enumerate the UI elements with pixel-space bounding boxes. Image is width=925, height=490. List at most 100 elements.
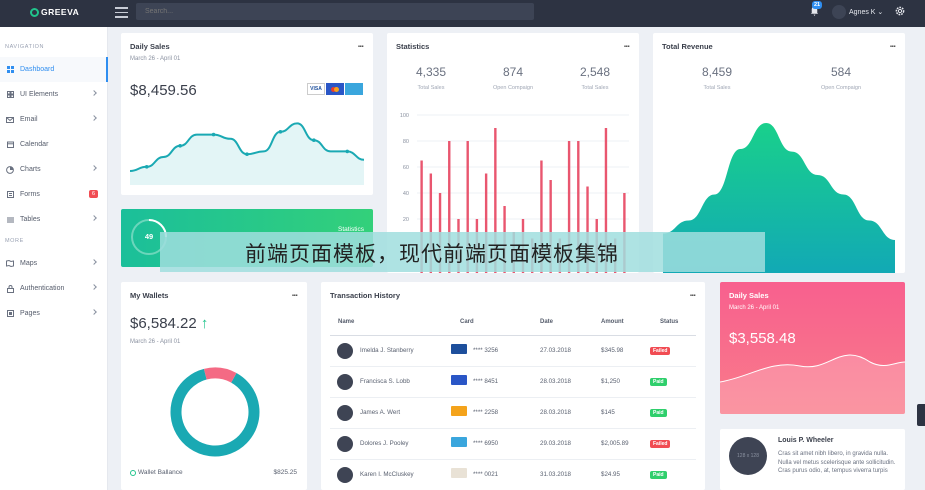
sidebar-item-label: Authentication — [20, 285, 65, 292]
daily-sales-point — [178, 144, 182, 148]
table-row[interactable]: Dolores J. Pooley **** 6950 29.03.2018 $… — [330, 428, 696, 459]
row-card: **** 6950 — [473, 440, 499, 447]
sidebar-item-label: Charts — [20, 166, 41, 173]
sidebar-item-label: Maps — [20, 260, 38, 267]
row-date: 28.03.2018 — [540, 409, 571, 416]
calendar-icon — [6, 141, 14, 149]
card-title: My Wallets — [130, 291, 169, 300]
sidebar-item-label: Pages — [20, 310, 40, 317]
sidebar-item-label: Dashboard — [20, 66, 55, 73]
column-header: Card — [460, 319, 474, 325]
row-date: 31.03.2018 — [540, 471, 571, 478]
pie-chart-icon — [6, 165, 14, 174]
daily-sales-point — [245, 152, 249, 156]
logo-text: GREEVA — [41, 7, 80, 17]
sidebar-item-maps[interactable]: Maps — [0, 251, 108, 276]
donut-slice — [170, 368, 260, 457]
row-date: 29.03.2018 — [540, 440, 571, 447]
user-avatar[interactable] — [832, 5, 846, 19]
table-row[interactable]: Karen I. McCluskey **** 0021 31.03.2018 … — [330, 459, 696, 490]
row-amount: $345.98 — [601, 347, 624, 354]
daily-sales-point — [144, 165, 149, 169]
row-date: 27.03.2018 — [540, 347, 571, 354]
sidebar-item-label: UI Elements — [20, 91, 59, 98]
table-row[interactable]: Imelda J. Stanberry **** 3256 27.03.2018… — [330, 335, 696, 366]
y-tick-label: 40 — [403, 191, 409, 197]
settings-tab[interactable] — [917, 404, 925, 426]
card-icon — [451, 375, 467, 385]
pink-card-wave — [720, 354, 905, 414]
legend-dot-icon — [130, 469, 136, 476]
sidebar-item-ui-elements[interactable]: UI Elements — [0, 82, 108, 107]
column-header: Status — [660, 319, 679, 325]
status-badge: Paid — [650, 471, 667, 479]
status-badge: Paid — [650, 409, 667, 417]
table-row[interactable]: James A. Wert **** 2258 28.03.2018 $145 … — [330, 397, 696, 428]
chevron-right-icon — [91, 90, 97, 96]
y-tick-label: 20 — [403, 217, 409, 223]
overlay-text: 前端页面模板，现代前端页面模板集锦 — [245, 242, 619, 266]
lock-icon — [6, 284, 14, 293]
list-icon — [6, 216, 14, 224]
user-name-label: Agnes K — [849, 9, 876, 16]
search-input[interactable] — [136, 3, 534, 20]
avatar — [337, 374, 353, 390]
chevron-right-icon — [91, 215, 97, 221]
row-card: **** 2258 — [473, 409, 499, 416]
mail-icon — [6, 116, 14, 124]
sidebar-item-label: Calendar — [20, 141, 49, 148]
logo-icon — [30, 7, 39, 17]
card-menu-icon[interactable]: ... — [292, 288, 298, 299]
sidebar-item-tables[interactable]: Tables — [0, 207, 108, 232]
card-icon — [451, 406, 467, 416]
logo[interactable]: GREEVA — [30, 7, 79, 17]
chevron-right-icon — [91, 284, 97, 290]
card-menu-icon[interactable]: ... — [690, 288, 696, 299]
y-tick-label: 100 — [400, 113, 409, 119]
dashboard-icon — [6, 66, 14, 74]
chevron-right-icon — [91, 309, 97, 315]
status-badge: Failed — [650, 347, 671, 355]
sidebar-item-dashboard[interactable]: Dashboard — [0, 57, 108, 82]
donut-slice — [203, 367, 237, 383]
nav-heading-more: MORE — [5, 238, 24, 244]
table-row[interactable]: Francisca S. Lobb **** 8451 28.03.2018 $… — [330, 366, 696, 397]
row-amount: $145 — [601, 409, 615, 416]
sidebar-item-label: Forms — [20, 191, 40, 198]
chevron-right-icon — [91, 115, 97, 121]
sidebar-item-email[interactable]: Email — [0, 107, 108, 132]
card-icon — [451, 468, 467, 478]
sidebar-item-pages[interactable]: Pages — [0, 301, 108, 326]
chevron-right-icon — [91, 165, 97, 171]
row-card: **** 3256 — [473, 347, 499, 354]
nav-heading: NAVIGATION — [5, 44, 45, 50]
top-bar: GREEVA 21 Agnes K ⌄ — [0, 0, 925, 27]
sidebar-item-forms[interactable]: Forms 6 — [0, 182, 108, 207]
row-card: **** 0021 — [473, 471, 499, 478]
sidebar-item-label: Email — [20, 116, 38, 123]
row-amount: $2,005.89 — [601, 440, 629, 447]
profile-text: Cras sit amet nibh libero, in gravida nu… — [778, 451, 896, 474]
sidebar-item-calendar[interactable]: Calendar — [0, 132, 108, 157]
row-name: Francisca S. Lobb — [360, 378, 410, 385]
wallet-legend: Wallet Ballance — [130, 469, 183, 476]
daily-sales-point — [278, 130, 283, 134]
sidebar-item-charts[interactable]: Charts — [0, 157, 108, 182]
daily-sales-chart — [129, 122, 365, 185]
gear-icon[interactable] — [894, 5, 906, 17]
menu-toggle-icon[interactable] — [115, 7, 128, 18]
avatar — [337, 405, 353, 421]
user-menu[interactable]: Agnes K ⌄ — [849, 8, 883, 16]
row-name: Imelda J. Stanberry — [360, 347, 414, 354]
my-wallets-card: My Wallets ... $6,584.22 ↑ March 26 - Ap… — [121, 282, 307, 490]
transaction-history-card: Transaction History ... Name Card Date A… — [321, 282, 705, 490]
profile-avatar: 128 x 128 — [729, 437, 767, 475]
map-icon — [6, 260, 14, 268]
daily-sales-pink-card: Daily Sales March 26 - April 01 $3,558.4… — [720, 282, 905, 414]
sidebar-item-authentication[interactable]: Authentication — [0, 276, 108, 301]
status-badge: Failed — [650, 440, 671, 448]
profile-name: Louis P. Wheeler — [778, 437, 834, 444]
form-icon — [6, 191, 14, 199]
column-header: Name — [338, 319, 355, 325]
daily-sales-point — [312, 138, 316, 142]
